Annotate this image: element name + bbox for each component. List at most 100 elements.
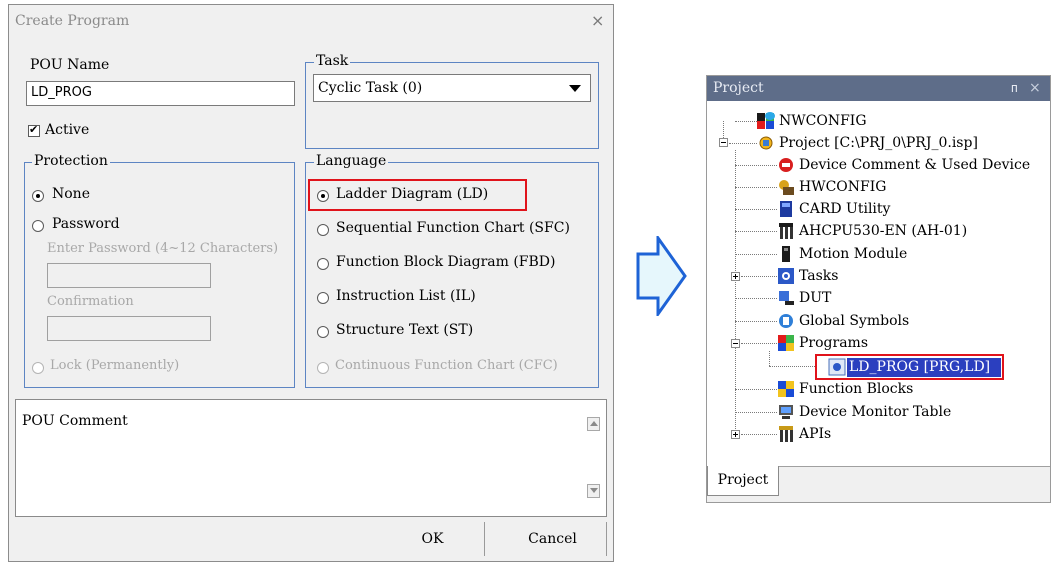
tree-line bbox=[735, 321, 777, 322]
language-group-label: Language bbox=[314, 153, 389, 169]
tree-item-ld-prog[interactable]: LD_PROG [PRG,LD] bbox=[847, 358, 1001, 377]
language-st-radio[interactable] bbox=[317, 326, 329, 338]
tree-label-nwconfig: NWCONFIG bbox=[779, 113, 867, 129]
tree-line bbox=[735, 150, 736, 437]
tree-line bbox=[735, 389, 777, 390]
create-program-dialog: Create Program × POU Name LD_PROG ✔ Acti… bbox=[8, 4, 614, 562]
task-select-value: Cyclic Task (0) bbox=[318, 80, 423, 96]
tree-line bbox=[769, 366, 815, 367]
password-input[interactable] bbox=[47, 263, 211, 288]
tree-line bbox=[741, 343, 777, 344]
protection-none-radio[interactable] bbox=[32, 190, 44, 202]
global-symbols-icon bbox=[779, 314, 793, 328]
tree-label-cpu[interactable]: AHCPU530-EN (AH-01) bbox=[799, 222, 967, 240]
language-sfc-label: Sequential Function Chart (SFC) bbox=[336, 220, 570, 236]
project-panel: Project ᴨ × NWCONFIG Project [C:\PRJ_0\P… bbox=[706, 75, 1051, 503]
programs-icon bbox=[778, 335, 794, 351]
language-ld-radio[interactable] bbox=[317, 190, 329, 202]
task-select[interactable]: Cyclic Task (0) bbox=[313, 74, 591, 102]
language-fbd-label: Function Block Diagram (FBD) bbox=[336, 254, 556, 270]
tree-label-device-monitor-table[interactable]: Device Monitor Table bbox=[799, 403, 951, 421]
task-group-label: Task bbox=[314, 53, 351, 69]
tree-label-device-comment[interactable]: Device Comment & Used Device bbox=[799, 156, 1030, 174]
protection-none-label: None bbox=[52, 186, 90, 202]
language-fbd-radio[interactable] bbox=[317, 258, 329, 270]
enter-password-label: Enter Password (4~12 Characters) bbox=[47, 241, 279, 256]
scroll-down-button[interactable] bbox=[587, 484, 600, 498]
dut-icon bbox=[779, 291, 794, 305]
tree-line bbox=[735, 298, 777, 299]
language-il-label: Instruction List (IL) bbox=[336, 288, 476, 304]
chevron-down-icon bbox=[569, 85, 581, 92]
tree-label-card-utility[interactable]: CARD Utility bbox=[799, 200, 890, 218]
tree-label-function-blocks[interactable]: Function Blocks bbox=[799, 380, 913, 398]
function-blocks-icon bbox=[778, 381, 794, 397]
expand-toggle[interactable] bbox=[731, 430, 740, 439]
language-il-radio[interactable] bbox=[317, 292, 329, 304]
tree-line bbox=[735, 187, 777, 188]
network-config-icon bbox=[757, 112, 775, 129]
protection-lock-radio[interactable] bbox=[32, 362, 44, 374]
language-cfc-label: Continuous Function Chart (CFC) bbox=[335, 358, 558, 373]
expand-toggle[interactable] bbox=[731, 272, 740, 281]
tree-label-apis[interactable]: APIs bbox=[799, 425, 831, 443]
collapse-toggle[interactable] bbox=[719, 138, 728, 147]
tree-line bbox=[769, 351, 770, 366]
tab-project[interactable]: Project bbox=[707, 466, 779, 496]
confirmation-input[interactable] bbox=[47, 316, 211, 341]
tree-label-project[interactable]: Project [C:\PRJ_0\PRJ_0.isp] bbox=[779, 134, 978, 152]
scroll-up-icon bbox=[590, 421, 598, 426]
tree-line bbox=[735, 165, 777, 166]
language-st-label: Structure Text (ST) bbox=[336, 322, 474, 338]
project-panel-title: Project bbox=[707, 76, 1050, 101]
protection-group-label: Protection bbox=[32, 153, 110, 169]
close-icon[interactable]: × bbox=[591, 11, 604, 30]
pin-icon[interactable]: ᴨ bbox=[1011, 76, 1018, 101]
tree-label-motion-module[interactable]: Motion Module bbox=[799, 245, 907, 263]
collapse-toggle[interactable] bbox=[731, 339, 740, 348]
device-comment-icon bbox=[779, 158, 793, 172]
tree-item-nwconfig[interactable] bbox=[757, 110, 777, 132]
panel-tab-strip: Project bbox=[707, 466, 1050, 502]
check-icon: ✔ bbox=[29, 123, 39, 136]
active-checkbox[interactable]: ✔ bbox=[28, 123, 40, 137]
tree-line bbox=[735, 121, 757, 122]
tree-label-ld-prog: LD_PROG [PRG,LD] bbox=[849, 359, 991, 375]
pou-name-label: POU Name bbox=[30, 57, 110, 73]
tree-line bbox=[729, 143, 757, 144]
pou-comment-label: POU Comment bbox=[22, 413, 128, 429]
pou-name-input[interactable]: LD_PROG bbox=[26, 81, 295, 106]
pou-name-value: LD_PROG bbox=[31, 85, 92, 100]
scroll-up-button[interactable] bbox=[587, 417, 600, 431]
tree-line bbox=[735, 209, 777, 210]
card-utility-icon bbox=[780, 201, 792, 217]
tree-label-programs[interactable]: Programs bbox=[799, 334, 868, 352]
tree-line bbox=[741, 276, 777, 277]
language-ld-label: Ladder Diagram (LD) bbox=[336, 186, 489, 202]
program-icon bbox=[828, 358, 846, 376]
cpu-icon bbox=[779, 223, 793, 239]
close-icon[interactable]: × bbox=[1029, 76, 1041, 101]
tree-label-global-symbols[interactable]: Global Symbols bbox=[799, 312, 909, 330]
dialog-title: Create Program bbox=[15, 13, 130, 29]
language-sfc-radio[interactable] bbox=[317, 224, 329, 236]
tree-line bbox=[735, 231, 777, 232]
language-cfc-radio[interactable] bbox=[317, 362, 329, 374]
ok-button[interactable]: OK bbox=[381, 522, 485, 556]
confirmation-label: Confirmation bbox=[47, 294, 134, 309]
tree-line bbox=[741, 434, 777, 435]
tree-label-dut[interactable]: DUT bbox=[799, 289, 831, 307]
scroll-down-icon bbox=[590, 488, 598, 493]
hardware-config-icon bbox=[779, 180, 794, 195]
protection-password-label: Password bbox=[52, 216, 120, 232]
tasks-icon bbox=[778, 268, 794, 284]
protection-password-radio[interactable] bbox=[32, 220, 44, 232]
pou-comment-textarea[interactable]: POU Comment bbox=[15, 399, 607, 517]
tree-label-tasks[interactable]: Tasks bbox=[799, 267, 838, 285]
protection-lock-label: Lock (Permanently) bbox=[50, 358, 180, 373]
cancel-button[interactable]: Cancel bbox=[499, 522, 607, 556]
tree-label-hwconfig[interactable]: HWCONFIG bbox=[799, 178, 886, 196]
active-label: Active bbox=[45, 122, 90, 138]
tree-line bbox=[735, 412, 777, 413]
right-arrow-icon bbox=[636, 236, 687, 316]
